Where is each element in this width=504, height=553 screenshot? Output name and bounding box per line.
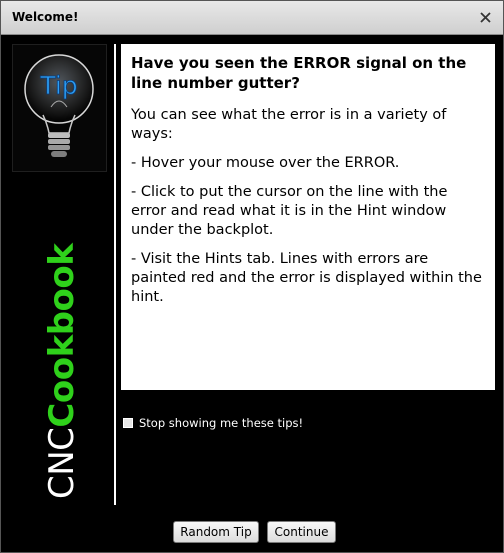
tip-heading: Have you seen the ERROR signal on the li… <box>131 54 467 92</box>
welcome-dialog: Welcome! Tip CNCCookbook Have you seen t… <box>0 0 504 553</box>
sidebar-divider <box>114 44 116 505</box>
tip-paragraph: - Hover your mouse over the ERROR. <box>131 155 400 171</box>
tip-content-panel: Have you seen the ERROR signal on the li… <box>121 44 495 390</box>
title-bar: Welcome! <box>1 1 503 35</box>
lightbulb-icon: Tip <box>24 54 94 157</box>
window-title: Welcome! <box>12 10 79 24</box>
tip-label: Tip <box>39 71 77 100</box>
tip-paragraph: - Click to put the cursor on the line wi… <box>131 184 448 238</box>
brand-cookbook-text: Cookbook <box>42 243 82 428</box>
stop-showing-checkbox[interactable] <box>123 418 133 428</box>
close-icon <box>480 12 491 23</box>
tip-lightbulb-image: Tip <box>12 44 107 172</box>
brand-cnc-text: CNC <box>42 427 82 499</box>
close-button[interactable] <box>477 9 494 26</box>
random-tip-button[interactable]: Random Tip <box>173 521 259 543</box>
cnccookbook-logo: CNCCookbook <box>42 244 82 499</box>
tip-sidebar: Tip CNCCookbook <box>12 44 107 506</box>
tip-paragraph: You can see what the error is in a varie… <box>131 107 447 142</box>
tip-paragraph: - Visit the Hints tab. Lines with errors… <box>131 251 482 305</box>
stop-showing-option[interactable]: Stop showing me these tips! <box>123 415 303 431</box>
stop-showing-label: Stop showing me these tips! <box>139 416 304 430</box>
continue-button[interactable]: Continue <box>267 521 336 543</box>
